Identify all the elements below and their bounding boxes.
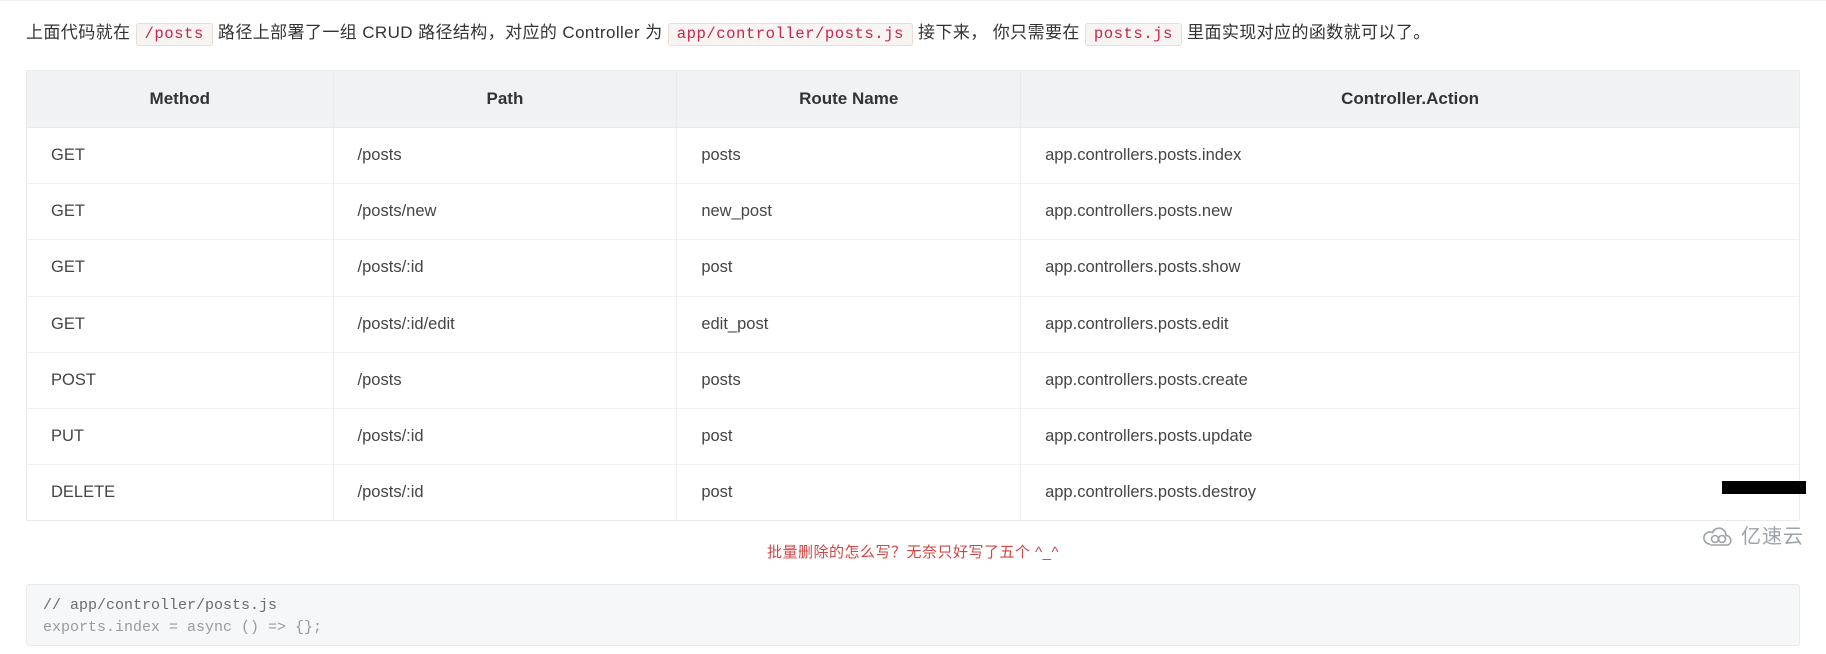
cell-route: edit_post xyxy=(677,296,1021,352)
table-row: POST/postspostsapp.controllers.posts.cre… xyxy=(27,352,1799,408)
code-block: // app/controller/posts.jsexports.index … xyxy=(26,584,1800,646)
col-controller-action: Controller.Action xyxy=(1021,71,1799,128)
cell-action: app.controllers.posts.new xyxy=(1021,183,1799,239)
table-row: GET/posts/:id/editedit_postapp.controlle… xyxy=(27,296,1799,352)
cell-path: /posts/:id xyxy=(334,408,678,464)
scroll-indicator xyxy=(1722,481,1806,494)
cell-method: GET xyxy=(27,128,334,183)
cell-action: app.controllers.posts.show xyxy=(1021,239,1799,295)
cell-method: DELETE xyxy=(27,464,334,520)
intro-paragraph: 上面代码就在 /posts 路径上部署了一组 CRUD 路径结构，对应的 Con… xyxy=(26,19,1800,48)
inline-code-controller: app/controller/posts.js xyxy=(668,23,913,46)
cell-path: /posts xyxy=(334,128,678,183)
top-divider xyxy=(0,0,1826,1)
table-row: DELETE/posts/:idpostapp.controllers.post… xyxy=(27,464,1799,520)
cell-method: GET xyxy=(27,239,334,295)
intro-text: 接下来， 你只需要在 xyxy=(918,23,1085,42)
cell-method: GET xyxy=(27,183,334,239)
table-row: GET/posts/newnew_postapp.controllers.pos… xyxy=(27,183,1799,239)
cell-path: /posts/:id xyxy=(334,239,678,295)
table-body: GET/postspostsapp.controllers.posts.inde… xyxy=(27,128,1799,521)
cell-action: app.controllers.posts.update xyxy=(1021,408,1799,464)
col-path: Path xyxy=(334,71,678,128)
cell-action: app.controllers.posts.index xyxy=(1021,128,1799,183)
col-route-name: Route Name xyxy=(677,71,1021,128)
cell-action: app.controllers.posts.create xyxy=(1021,352,1799,408)
cell-route: post xyxy=(677,408,1021,464)
cloud-icon xyxy=(1701,527,1735,549)
article-body: 上面代码就在 /posts 路径上部署了一组 CRUD 路径结构，对应的 Con… xyxy=(0,19,1826,654)
inline-code-file: posts.js xyxy=(1085,23,1182,46)
cell-method: PUT xyxy=(27,408,334,464)
code-line: // app/controller/posts.js xyxy=(43,595,1783,617)
intro-text: 里面实现对应的函数就可以了。 xyxy=(1187,23,1431,42)
code-line: exports.index = async () => {}; xyxy=(43,617,1783,639)
cell-route: post xyxy=(677,239,1021,295)
cell-route: post xyxy=(677,464,1021,520)
table-row: GET/posts/:idpostapp.controllers.posts.s… xyxy=(27,239,1799,295)
cell-path: /posts/:id/edit xyxy=(334,296,678,352)
intro-text: 路径上部署了一组 CRUD 路径结构，对应的 Controller 为 xyxy=(218,23,668,42)
cell-path: /posts xyxy=(334,352,678,408)
cell-action: app.controllers.posts.destroy xyxy=(1021,464,1799,520)
brand-text: 亿速云 xyxy=(1741,521,1804,554)
author-annotation: 批量删除的怎么写？无奈只好写了五个 ^_^ xyxy=(26,541,1800,566)
table-row: GET/postspostsapp.controllers.posts.inde… xyxy=(27,128,1799,183)
intro-text: 上面代码就在 xyxy=(26,23,136,42)
cell-route: posts xyxy=(677,128,1021,183)
cell-method: POST xyxy=(27,352,334,408)
col-method: Method xyxy=(27,71,334,128)
table-header-row: Method Path Route Name Controller.Action xyxy=(27,71,1799,128)
cell-route: posts xyxy=(677,352,1021,408)
cell-route: new_post xyxy=(677,183,1021,239)
brand-watermark: 亿速云 xyxy=(1701,521,1804,554)
cell-method: GET xyxy=(27,296,334,352)
cell-path: /posts/:id xyxy=(334,464,678,520)
cell-action: app.controllers.posts.edit xyxy=(1021,296,1799,352)
cell-path: /posts/new xyxy=(334,183,678,239)
routes-table: Method Path Route Name Controller.Action… xyxy=(26,70,1800,522)
table-row: PUT/posts/:idpostapp.controllers.posts.u… xyxy=(27,408,1799,464)
inline-code-path: /posts xyxy=(136,23,213,46)
